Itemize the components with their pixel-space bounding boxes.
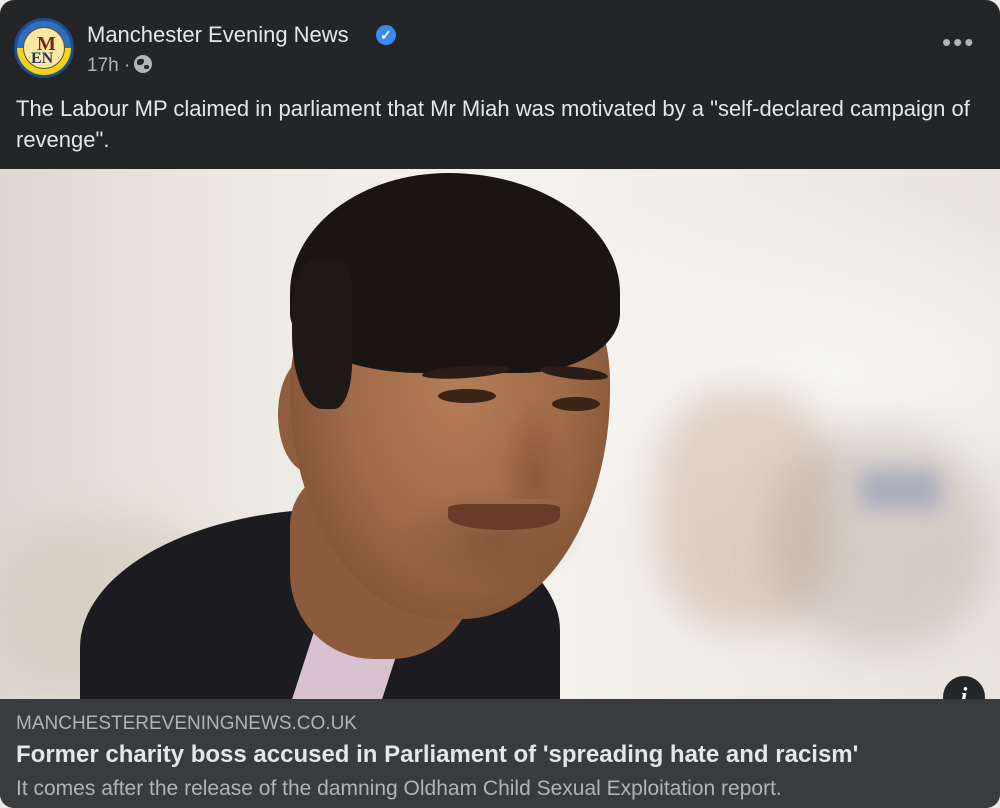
photo-mouth (448, 504, 560, 530)
page-name-link[interactable]: Manchester Evening News (87, 22, 349, 48)
post-header: M EN Manchester Evening News ✓ 17h · ••• (0, 0, 1000, 86)
link-description: It comes after the release of the damnin… (16, 777, 782, 800)
photo-background-blur (860, 469, 940, 509)
link-preview[interactable]: MANCHESTEREVENINGNEWS.CO.UK Former chari… (0, 699, 1000, 808)
link-title[interactable]: Former charity boss accused in Parliamen… (16, 741, 858, 769)
avatar-logo: M EN (23, 27, 65, 69)
article-photo[interactable] (0, 169, 1000, 699)
facebook-post-card: M EN Manchester Evening News ✓ 17h · •••… (0, 0, 1000, 808)
link-domain: MANCHESTEREVENINGNEWS.CO.UK (16, 713, 357, 734)
photo-nose (500, 399, 570, 499)
photo-eye (438, 389, 496, 403)
photo-hair-side (292, 259, 352, 409)
post-caption: The Labour MP claimed in parliament that… (16, 96, 970, 152)
globe-icon (134, 55, 152, 73)
photo-background-blur (770, 429, 990, 649)
post-timestamp[interactable]: 17h · (87, 55, 130, 77)
page-avatar[interactable]: M EN (14, 18, 74, 78)
verified-badge-icon: ✓ (376, 25, 396, 45)
more-options-button[interactable]: ••• (942, 29, 975, 55)
avatar-letters-en: EN (31, 50, 54, 67)
